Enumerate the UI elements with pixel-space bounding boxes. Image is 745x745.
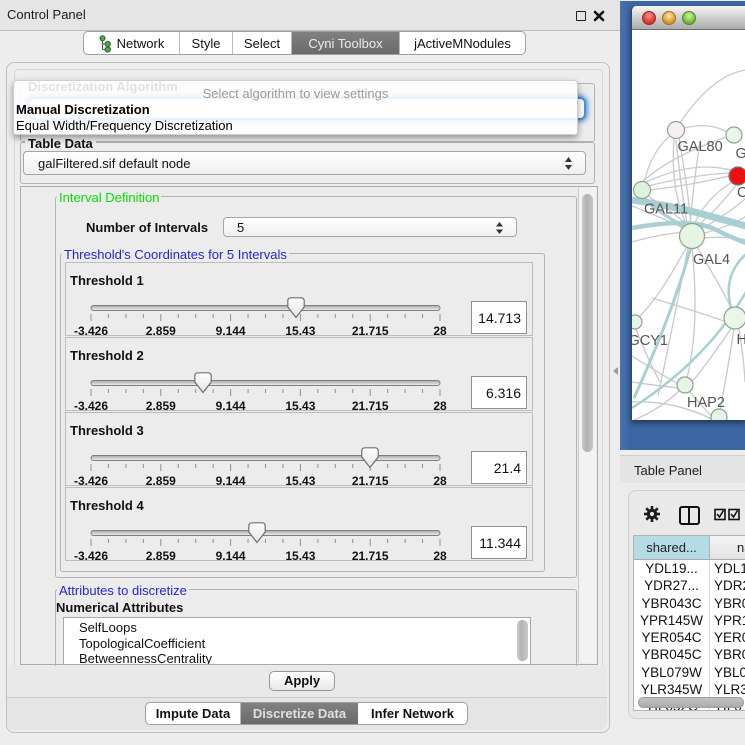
svg-text:GCY1: GCY1 [632,333,668,349]
svg-text:GA: GA [736,146,745,162]
svg-text:HAP2: HAP2 [687,395,725,411]
svg-text:GAL4: GAL4 [693,252,730,268]
svg-text:H: H [737,332,745,348]
svg-text:GAL11: GAL11 [644,202,688,218]
svg-text:C: C [737,185,745,201]
svg-text:GAL80: GAL80 [678,139,723,155]
